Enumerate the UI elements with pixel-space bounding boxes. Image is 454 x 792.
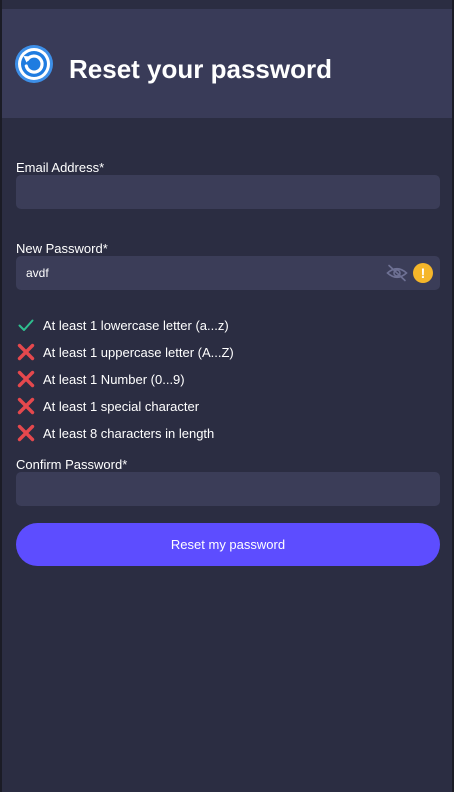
requirement-item-lowercase: At least 1 lowercase letter (a...z) (16, 315, 229, 335)
requirement-text: At least 1 Number (0...9) (43, 371, 185, 387)
reset-password-button[interactable]: Reset my password (16, 523, 440, 566)
requirement-item-uppercase: At least 1 uppercase letter (A...Z) (16, 342, 234, 362)
requirement-item-number: At least 1 Number (0...9) (16, 369, 185, 389)
cross-icon (17, 424, 35, 442)
cross-icon (17, 343, 35, 361)
email-field[interactable] (16, 175, 440, 209)
page-title: Reset your password (69, 54, 332, 84)
cross-icon (17, 370, 35, 388)
email-label: Email Address* (16, 160, 105, 175)
check-icon (18, 319, 34, 331)
new-password-label: New Password* (16, 241, 108, 256)
cross-icon (17, 397, 35, 415)
requirement-item-special: At least 1 special character (16, 396, 199, 416)
confirm-password-field[interactable] (16, 472, 440, 506)
requirement-text: At least 1 lowercase letter (a...z) (43, 317, 229, 333)
warning-icon: ! (413, 263, 433, 283)
confirm-password-label: Confirm Password* (16, 457, 128, 472)
new-password-field[interactable] (16, 256, 440, 290)
circular-arrow-icon (15, 45, 53, 83)
requirement-text: At least 8 characters in length (43, 425, 215, 441)
eye-slash-icon[interactable] (386, 264, 408, 282)
requirement-text: At least 1 uppercase letter (A...Z) (43, 344, 234, 360)
requirement-text: At least 1 special character (43, 398, 200, 414)
requirement-item-length: At least 8 characters in length (16, 423, 214, 443)
